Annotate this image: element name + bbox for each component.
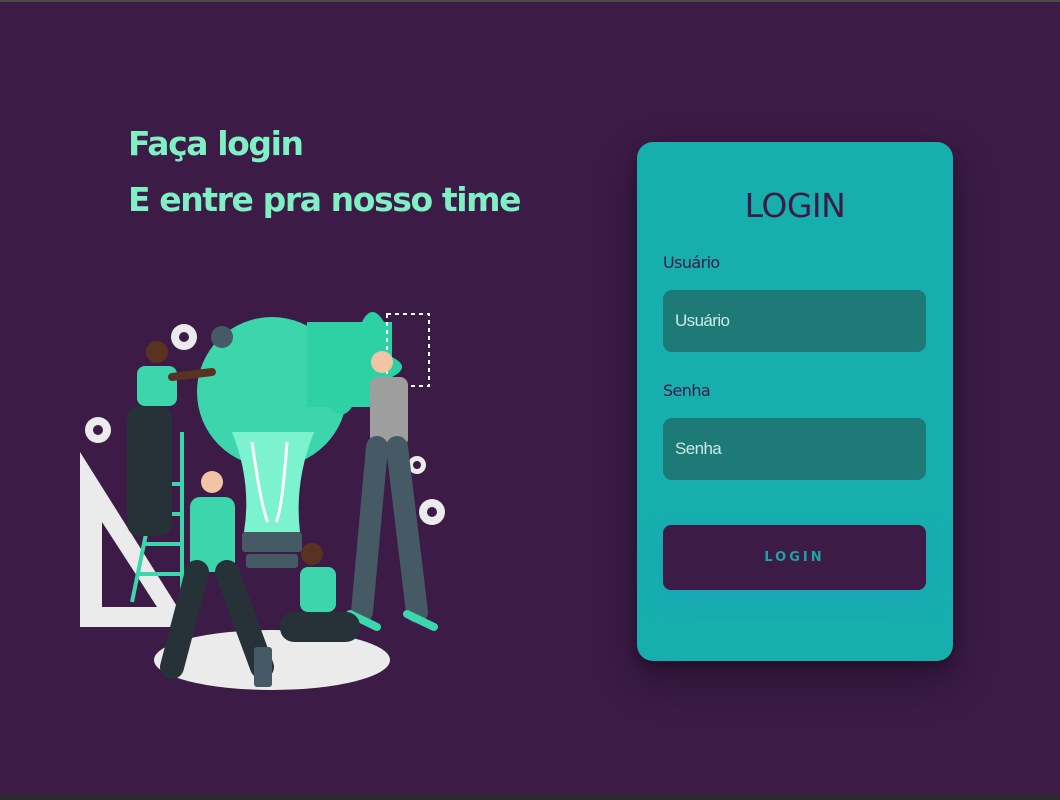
hero-line-1: Faça login [128,124,304,163]
page: Faça login E entre pra nosso time LOGIN … [0,0,1060,800]
hero-line-2: E entre pra nosso time [128,180,522,219]
hero-headline: Faça login E entre pra nosso time [128,116,522,228]
tool-cup [254,647,272,687]
login-button[interactable]: LOGIN [663,525,926,590]
password-label: Senha [663,381,711,400]
login-title: LOGIN [744,186,846,225]
username-label: Usuário [663,253,720,272]
login-card: LOGIN Usuário Senha LOGIN [637,142,953,661]
team-puzzle-lightbulb-illustration [80,312,445,690]
password-input[interactable] [663,418,926,480]
dark-gear-icon [211,326,233,348]
username-input[interactable] [663,290,926,352]
